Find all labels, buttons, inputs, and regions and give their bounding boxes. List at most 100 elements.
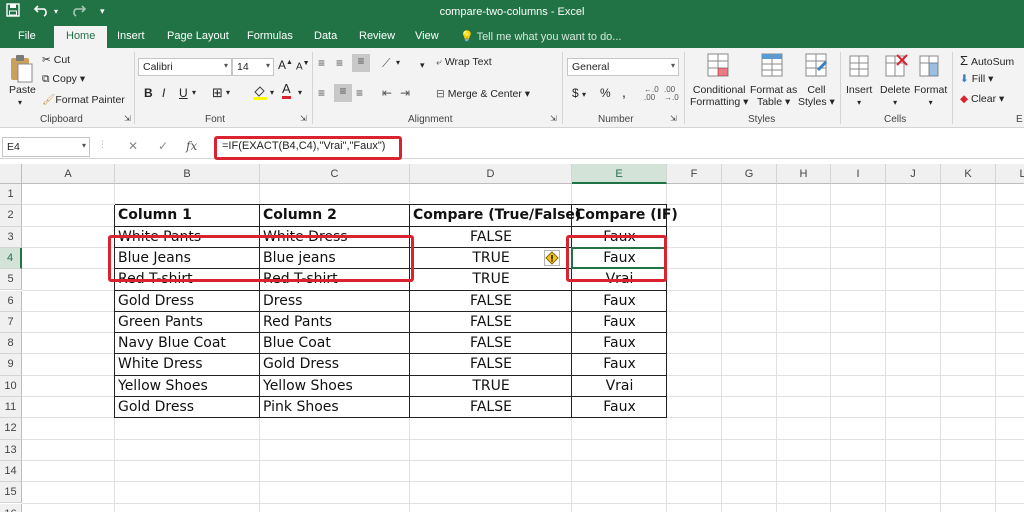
increase-decimal-icon[interactable]: ←.0.00 — [644, 86, 659, 102]
column-header-i[interactable]: I — [831, 164, 886, 184]
row-header-2[interactable]: 2 — [0, 205, 22, 227]
table-cell[interactable]: Faux — [575, 354, 664, 375]
column-header-g[interactable]: G — [722, 164, 777, 184]
column-header-c[interactable]: C — [260, 164, 410, 184]
tab-insert[interactable]: Insert — [117, 30, 145, 42]
align-bottom-icon[interactable]: ≡ — [352, 54, 370, 72]
row-header-16[interactable]: 16 — [0, 503, 22, 512]
table-cell[interactable]: White Dress — [118, 354, 257, 375]
table-cell[interactable]: FALSE — [413, 312, 569, 333]
cell-styles-icon[interactable] — [804, 52, 830, 83]
tab-view[interactable]: View — [415, 30, 439, 42]
fill-color-button[interactable] — [252, 84, 268, 103]
table-cell[interactable]: Green Pants — [118, 312, 257, 333]
format-table-button[interactable]: Format as Table ▾ — [750, 84, 797, 108]
tab-page-layout[interactable]: Page Layout — [167, 30, 229, 42]
fill-color-dropdown-icon[interactable]: ▾ — [270, 88, 274, 97]
row-header-7[interactable]: 7 — [0, 311, 22, 334]
align-dropdown-icon[interactable]: ▾ — [420, 60, 425, 71]
column-header-l[interactable]: L — [996, 164, 1024, 184]
row-header-14[interactable]: 14 — [0, 460, 22, 483]
paste-label[interactable]: Paste — [9, 84, 36, 96]
table-cell[interactable]: TRUE — [413, 269, 569, 290]
column-header-k[interactable]: K — [941, 164, 996, 184]
italic-button[interactable]: I — [162, 86, 165, 100]
tab-data[interactable]: Data — [314, 30, 337, 42]
conditional-formatting-button[interactable]: Conditional Formatting ▾ — [690, 84, 748, 108]
decrease-indent-icon[interactable]: ⇤ — [382, 86, 392, 100]
increase-indent-icon[interactable]: ⇥ — [400, 86, 410, 100]
row-header-6[interactable]: 6 — [0, 290, 22, 312]
table-cell[interactable]: Pink Shoes — [263, 397, 407, 418]
table-cell[interactable]: Yellow Shoes — [118, 376, 257, 397]
font-color-icon[interactable]: A — [282, 82, 291, 99]
name-box-dropdown-icon[interactable]: ▾ — [82, 141, 86, 150]
cell-styles-button[interactable]: Cell Styles ▾ — [798, 84, 835, 108]
paste-dropdown-icon[interactable]: ▾ — [18, 98, 22, 107]
align-top-icon[interactable]: ≡ — [318, 56, 325, 70]
format-table-icon[interactable] — [760, 52, 786, 83]
grow-font-button[interactable]: A▲ — [278, 58, 293, 72]
font-color-dropdown-icon[interactable]: ▾ — [298, 88, 302, 97]
table-cell[interactable]: FALSE — [413, 354, 569, 375]
copy-button[interactable]: ⧉ Copy ▾ — [42, 73, 85, 86]
column-header-e[interactable]: E — [572, 164, 667, 184]
format-cells-icon[interactable] — [918, 52, 942, 83]
row-header-5[interactable]: 5 — [0, 269, 22, 291]
bold-button[interactable]: B — [144, 86, 153, 100]
align-center-icon[interactable]: ≡ — [334, 84, 352, 102]
currency-button[interactable]: $ ▾ — [572, 86, 586, 100]
table-cell[interactable]: Dress — [263, 291, 407, 312]
alignment-launcher-icon[interactable]: ⇲ — [550, 114, 557, 123]
tab-home[interactable]: Home — [54, 26, 108, 48]
table-cell[interactable]: FALSE — [413, 291, 569, 312]
name-box[interactable]: E4 ▾ — [2, 137, 90, 157]
table-cell[interactable]: Faux — [575, 397, 664, 418]
column-header-j[interactable]: J — [886, 164, 941, 184]
table-cell[interactable]: Red Pants — [263, 312, 407, 333]
table-header-cell[interactable]: Column 1 — [118, 205, 257, 226]
wrap-text-button[interactable]: ⤶ Wrap Text — [436, 56, 492, 69]
font-size-combo[interactable]: 14 ▾ — [232, 58, 274, 76]
format-painter-button[interactable]: 🖌Format Painter — [42, 93, 125, 106]
cut-button[interactable]: ✂ Cut — [42, 54, 70, 66]
table-header-cell[interactable]: Column 2 — [263, 205, 407, 226]
column-header-h[interactable]: H — [777, 164, 831, 184]
row-header-1[interactable]: 1 — [0, 184, 22, 206]
table-cell[interactable]: FALSE — [413, 397, 569, 418]
underline-button[interactable]: U — [179, 86, 188, 100]
row-header-4[interactable]: 4 — [0, 247, 22, 270]
tab-review[interactable]: Review — [359, 30, 395, 42]
table-cell[interactable]: FALSE — [413, 333, 569, 354]
delete-cells-icon[interactable] — [884, 52, 910, 83]
row-header-8[interactable]: 8 — [0, 333, 22, 355]
column-header-d[interactable]: D — [410, 164, 572, 184]
row-header-12[interactable]: 12 — [0, 418, 22, 440]
decrease-decimal-icon[interactable]: .00 →.0 — [664, 86, 679, 102]
table-cell[interactable]: FALSE — [413, 227, 569, 248]
paste-button[interactable] — [8, 54, 34, 87]
format-cells-button[interactable]: Format ▾ — [914, 84, 947, 108]
table-cell[interactable]: Yellow Shoes — [263, 376, 407, 397]
row-header-11[interactable]: 11 — [0, 397, 22, 419]
borders-icon[interactable]: ⊞ — [212, 85, 223, 101]
cancel-entry-icon[interactable]: ✕ — [128, 139, 138, 153]
clear-button[interactable]: ◆ Clear ▾ — [960, 93, 1004, 105]
conditional-formatting-icon[interactable] — [706, 52, 732, 83]
error-check-smart-tag[interactable] — [544, 249, 560, 266]
confirm-entry-icon[interactable]: ✓ — [158, 139, 168, 153]
merge-center-button[interactable]: ⊟ Merge & Center ▾ — [436, 88, 530, 100]
borders-dropdown-icon[interactable]: ▾ — [226, 88, 230, 97]
insert-function-icon[interactable]: fx — [186, 139, 197, 153]
autosum-button[interactable]: Σ AutoSum — [960, 53, 1014, 68]
align-right-icon[interactable]: ≡ — [356, 86, 363, 100]
comma-button[interactable]: , — [622, 84, 626, 100]
font-name-combo[interactable]: Calibri ▾ — [138, 58, 232, 76]
table-cell[interactable]: TRUE — [413, 376, 569, 397]
percent-button[interactable]: % — [600, 86, 611, 100]
insert-cells-icon[interactable] — [848, 52, 872, 83]
row-header-15[interactable]: 15 — [0, 482, 22, 504]
fill-button[interactable]: ⬇ Fill ▾ — [960, 73, 993, 85]
table-cell[interactable]: Navy Blue Coat — [118, 333, 257, 354]
delete-cells-button[interactable]: Delete ▾ — [880, 84, 910, 108]
